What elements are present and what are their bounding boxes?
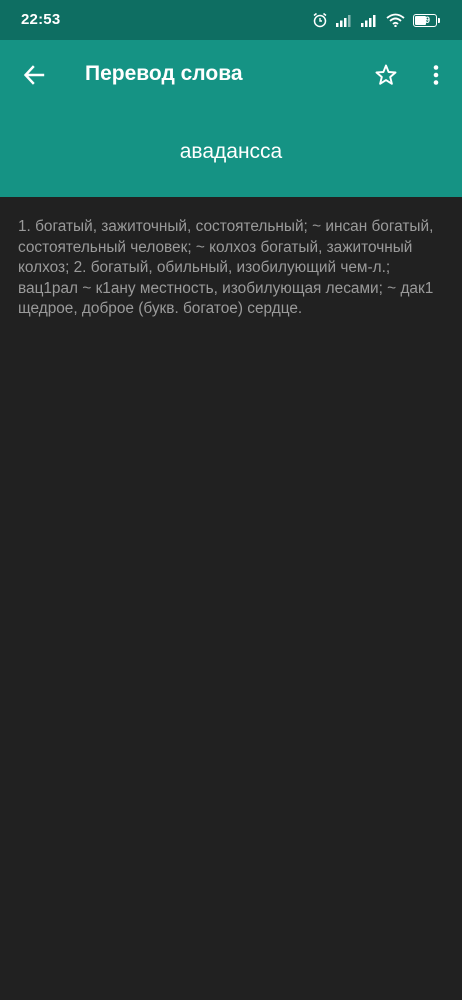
headword: авадансса: [179, 139, 283, 163]
signal-icon: [361, 13, 378, 27]
signal-icon: [336, 13, 353, 27]
status-icons: 49: [312, 11, 440, 29]
alarm-icon: [312, 12, 328, 28]
status-time: 22:53: [21, 11, 61, 28]
word-header: авадансса: [0, 110, 462, 197]
back-arrow-icon: [23, 65, 45, 85]
battery-level: 49: [419, 14, 430, 25]
status-bar: 22:53 49: [0, 0, 462, 40]
wifi-icon: [386, 13, 405, 27]
more-vert-icon: [433, 65, 439, 85]
more-options-button[interactable]: [418, 57, 454, 93]
star-outline-icon: [375, 64, 397, 85]
translation-text: 1. богатый, зажиточный, состоятельный; ~…: [18, 218, 434, 317]
battery-icon: 49: [413, 13, 437, 27]
favorite-button[interactable]: [368, 57, 404, 93]
page-title: Перевод слова: [85, 62, 243, 85]
back-button[interactable]: [16, 57, 52, 93]
app-bar: Перевод слова: [0, 40, 462, 110]
battery-tip: [438, 17, 440, 23]
